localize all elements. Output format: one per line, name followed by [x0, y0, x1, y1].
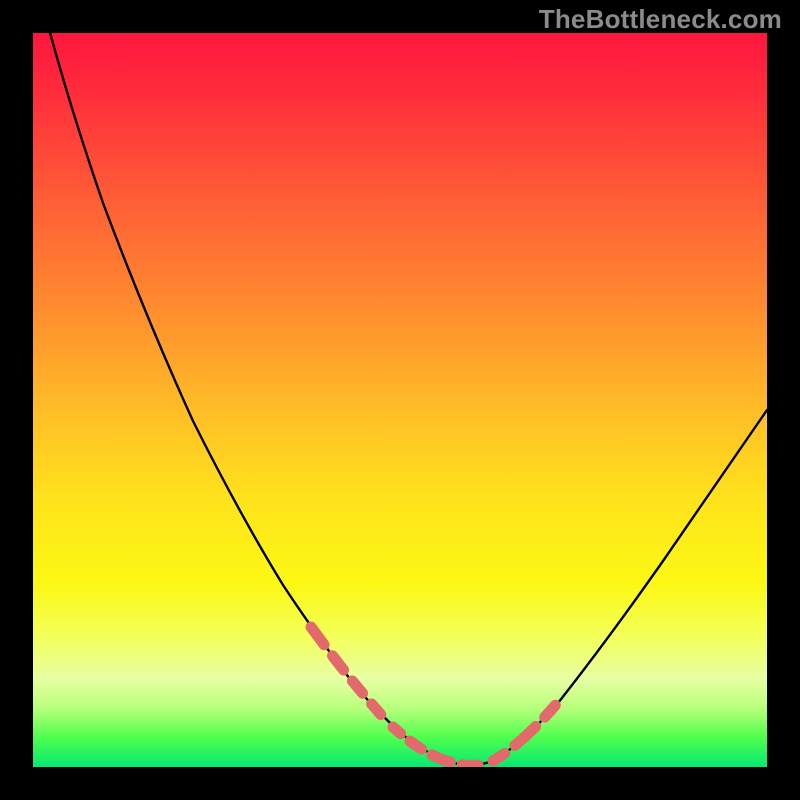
watermark-text: TheBottleneck.com [539, 4, 782, 35]
plot-area [33, 33, 767, 767]
bottleneck-curve [33, 33, 767, 765]
highlight-dash-right [493, 696, 563, 761]
chart-container: TheBottleneck.com [0, 0, 800, 800]
curve-layer [33, 33, 767, 767]
highlight-dash-left [311, 627, 383, 717]
highlight-dash-valley [393, 727, 483, 766]
